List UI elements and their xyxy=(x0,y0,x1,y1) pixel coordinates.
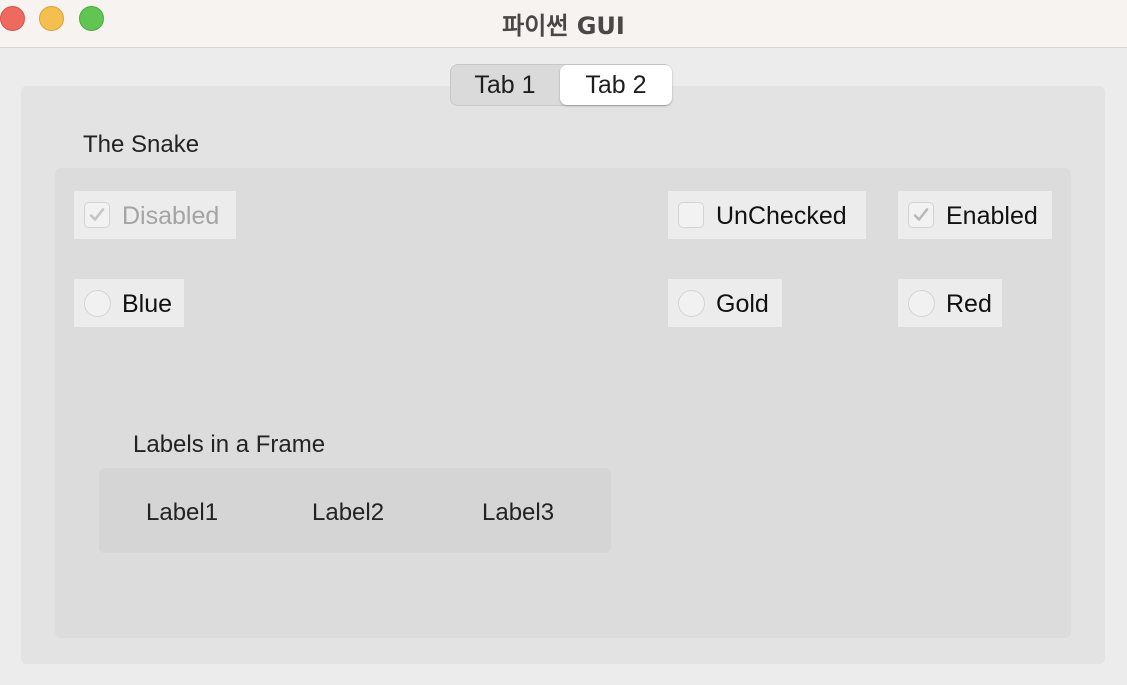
disabled-checkbox-label: Disabled xyxy=(122,202,220,230)
title-bar: 파이썬 GUI xyxy=(0,0,1127,48)
tab-2[interactable]: Tab 2 xyxy=(560,65,672,105)
label-3: Label3 xyxy=(482,499,555,526)
red-radio[interactable]: Red xyxy=(898,279,1002,327)
checkbox-box[interactable] xyxy=(678,202,704,228)
red-radio-label: Red xyxy=(946,290,992,318)
enabled-checkbox[interactable]: Enabled xyxy=(898,191,1052,239)
radio-circle[interactable] xyxy=(84,290,111,317)
radio-circle[interactable] xyxy=(908,290,935,317)
checkmark-icon xyxy=(89,208,105,221)
snake-group-title: The Snake xyxy=(83,131,200,158)
radio-circle[interactable] xyxy=(678,290,705,317)
gold-radio-label: Gold xyxy=(716,290,769,318)
gold-radio[interactable]: Gold xyxy=(668,279,782,327)
label-2: Label2 xyxy=(312,499,385,526)
disabled-checkbox: Disabled xyxy=(74,191,236,239)
tab-1[interactable]: Tab 1 xyxy=(451,65,559,105)
unchecked-checkbox[interactable]: UnChecked xyxy=(668,191,866,239)
window-title: 파이썬 GUI xyxy=(502,12,625,40)
blue-radio[interactable]: Blue xyxy=(74,279,184,327)
labels-frame-title: Labels in a Frame xyxy=(133,431,326,458)
unchecked-checkbox-label: UnChecked xyxy=(716,202,847,230)
checkbox-box[interactable] xyxy=(908,202,934,228)
label-1: Label1 xyxy=(146,499,219,526)
enabled-checkbox-label: Enabled xyxy=(946,202,1038,230)
checkmark-icon xyxy=(913,208,929,221)
blue-radio-label: Blue xyxy=(122,290,173,318)
checkbox-box xyxy=(84,202,110,228)
tab-bar: Tab 1 Tab 2 xyxy=(450,64,672,106)
